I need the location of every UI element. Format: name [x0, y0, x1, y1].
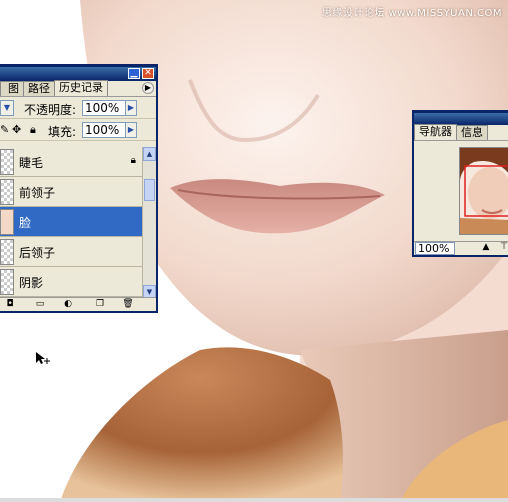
- brush-lock-icon[interactable]: ✎: [0, 123, 9, 136]
- layer-name: 后领子: [19, 246, 56, 260]
- navigator-preview[interactable]: [459, 147, 508, 235]
- lock-icon: 🔒︎: [130, 155, 136, 166]
- zoom-out-icon[interactable]: ▲: [480, 242, 492, 253]
- opacity-label: 不透明度:: [24, 103, 77, 117]
- new-group-icon[interactable]: ▭: [34, 299, 46, 310]
- layer-thumbnail: [0, 149, 14, 175]
- panel-menu-arrow-icon[interactable]: ▶: [142, 82, 154, 94]
- tab-history[interactable]: 历史记录: [54, 80, 108, 96]
- layer-list-scrollbar[interactable]: ▲ ▼: [142, 147, 156, 299]
- opacity-slider-arrow-icon[interactable]: ▶: [125, 100, 137, 116]
- close-button[interactable]: ✕: [142, 68, 154, 79]
- layer-row-face[interactable]: 脸: [0, 207, 142, 237]
- link-layers-icon[interactable]: ◘: [4, 299, 16, 310]
- fill-input[interactable]: 100%: [82, 122, 126, 138]
- navigator-panel-tabs: 导航器 信息: [414, 124, 508, 141]
- adjustment-layer-icon[interactable]: ◐: [62, 299, 74, 310]
- layer-name: 脸: [19, 216, 32, 230]
- layers-panel[interactable]: ▁ ✕ 图层 路径 历史记录 ▶ ▼ 不透明度: 100% ▶ ✎ ✥ 🔒︎ 填…: [0, 64, 158, 313]
- canvas-bottom-edge: [0, 498, 508, 502]
- scroll-thumb[interactable]: [144, 179, 155, 201]
- layer-row-shadow[interactable]: 阴影: [0, 267, 142, 297]
- fill-slider-arrow-icon[interactable]: ▶: [125, 122, 137, 138]
- tab-navigator[interactable]: 导航器: [414, 124, 457, 140]
- scroll-up-icon[interactable]: ▲: [143, 147, 156, 161]
- blend-mode-dropdown-icon[interactable]: ▼: [0, 100, 14, 116]
- tab-info[interactable]: 信息: [456, 125, 488, 140]
- navigator-panel[interactable]: 导航器 信息 100% ▲ ⊤: [412, 110, 508, 257]
- layer-name: 阴影: [19, 276, 44, 290]
- layer-name: 前领子: [19, 186, 56, 200]
- layer-name: 睫毛: [19, 156, 44, 170]
- new-layer-icon[interactable]: ❐: [94, 299, 106, 310]
- layer-thumbnail: [0, 209, 14, 235]
- layers-panel-toolbar: ◘ ▭ ◐ ❐ 🗑︎: [0, 297, 156, 311]
- navigator-thumbnail: [460, 148, 508, 234]
- zoom-slider-icon[interactable]: ⊤: [498, 242, 508, 253]
- opacity-input[interactable]: 100%: [82, 100, 126, 116]
- layer-row-back-collar[interactable]: 后领子: [0, 237, 142, 267]
- fill-label: 填充:: [48, 125, 77, 139]
- layer-row-eyelashes[interactable]: 睫毛 🔒︎: [0, 147, 142, 177]
- layer-thumbnail: [0, 179, 14, 205]
- lock-all-icon[interactable]: 🔒︎: [30, 123, 36, 137]
- move-lock-icon[interactable]: ✥: [12, 123, 21, 136]
- minimize-button[interactable]: ▁: [128, 68, 140, 79]
- tab-layers[interactable]: 图层: [0, 81, 24, 96]
- layer-thumbnail: [0, 269, 14, 295]
- fill-row: ✎ ✥ 🔒︎ 填充: 100% ▶: [0, 119, 156, 141]
- zoom-input[interactable]: 100%: [415, 242, 455, 255]
- watermark-text: 思缘设计论坛 www.MISSYUAN.COM: [321, 8, 502, 19]
- layer-list: 睫毛 🔒︎ 前领子 脸 后领子 阴影 ▲ ▼: [0, 147, 156, 299]
- opacity-row: ▼ 不透明度: 100% ▶: [0, 97, 156, 119]
- layer-row-front-collar[interactable]: 前领子: [0, 177, 142, 207]
- navigator-zoom-bar: 100% ▲ ⊤: [414, 241, 508, 255]
- delete-layer-icon[interactable]: 🗑︎: [122, 299, 134, 310]
- tab-paths[interactable]: 路径: [23, 81, 55, 96]
- layers-panel-titlebar[interactable]: ▁ ✕: [0, 67, 156, 81]
- layers-panel-tabs: 图层 路径 历史记录 ▶: [0, 80, 156, 97]
- layer-thumbnail: [0, 239, 14, 265]
